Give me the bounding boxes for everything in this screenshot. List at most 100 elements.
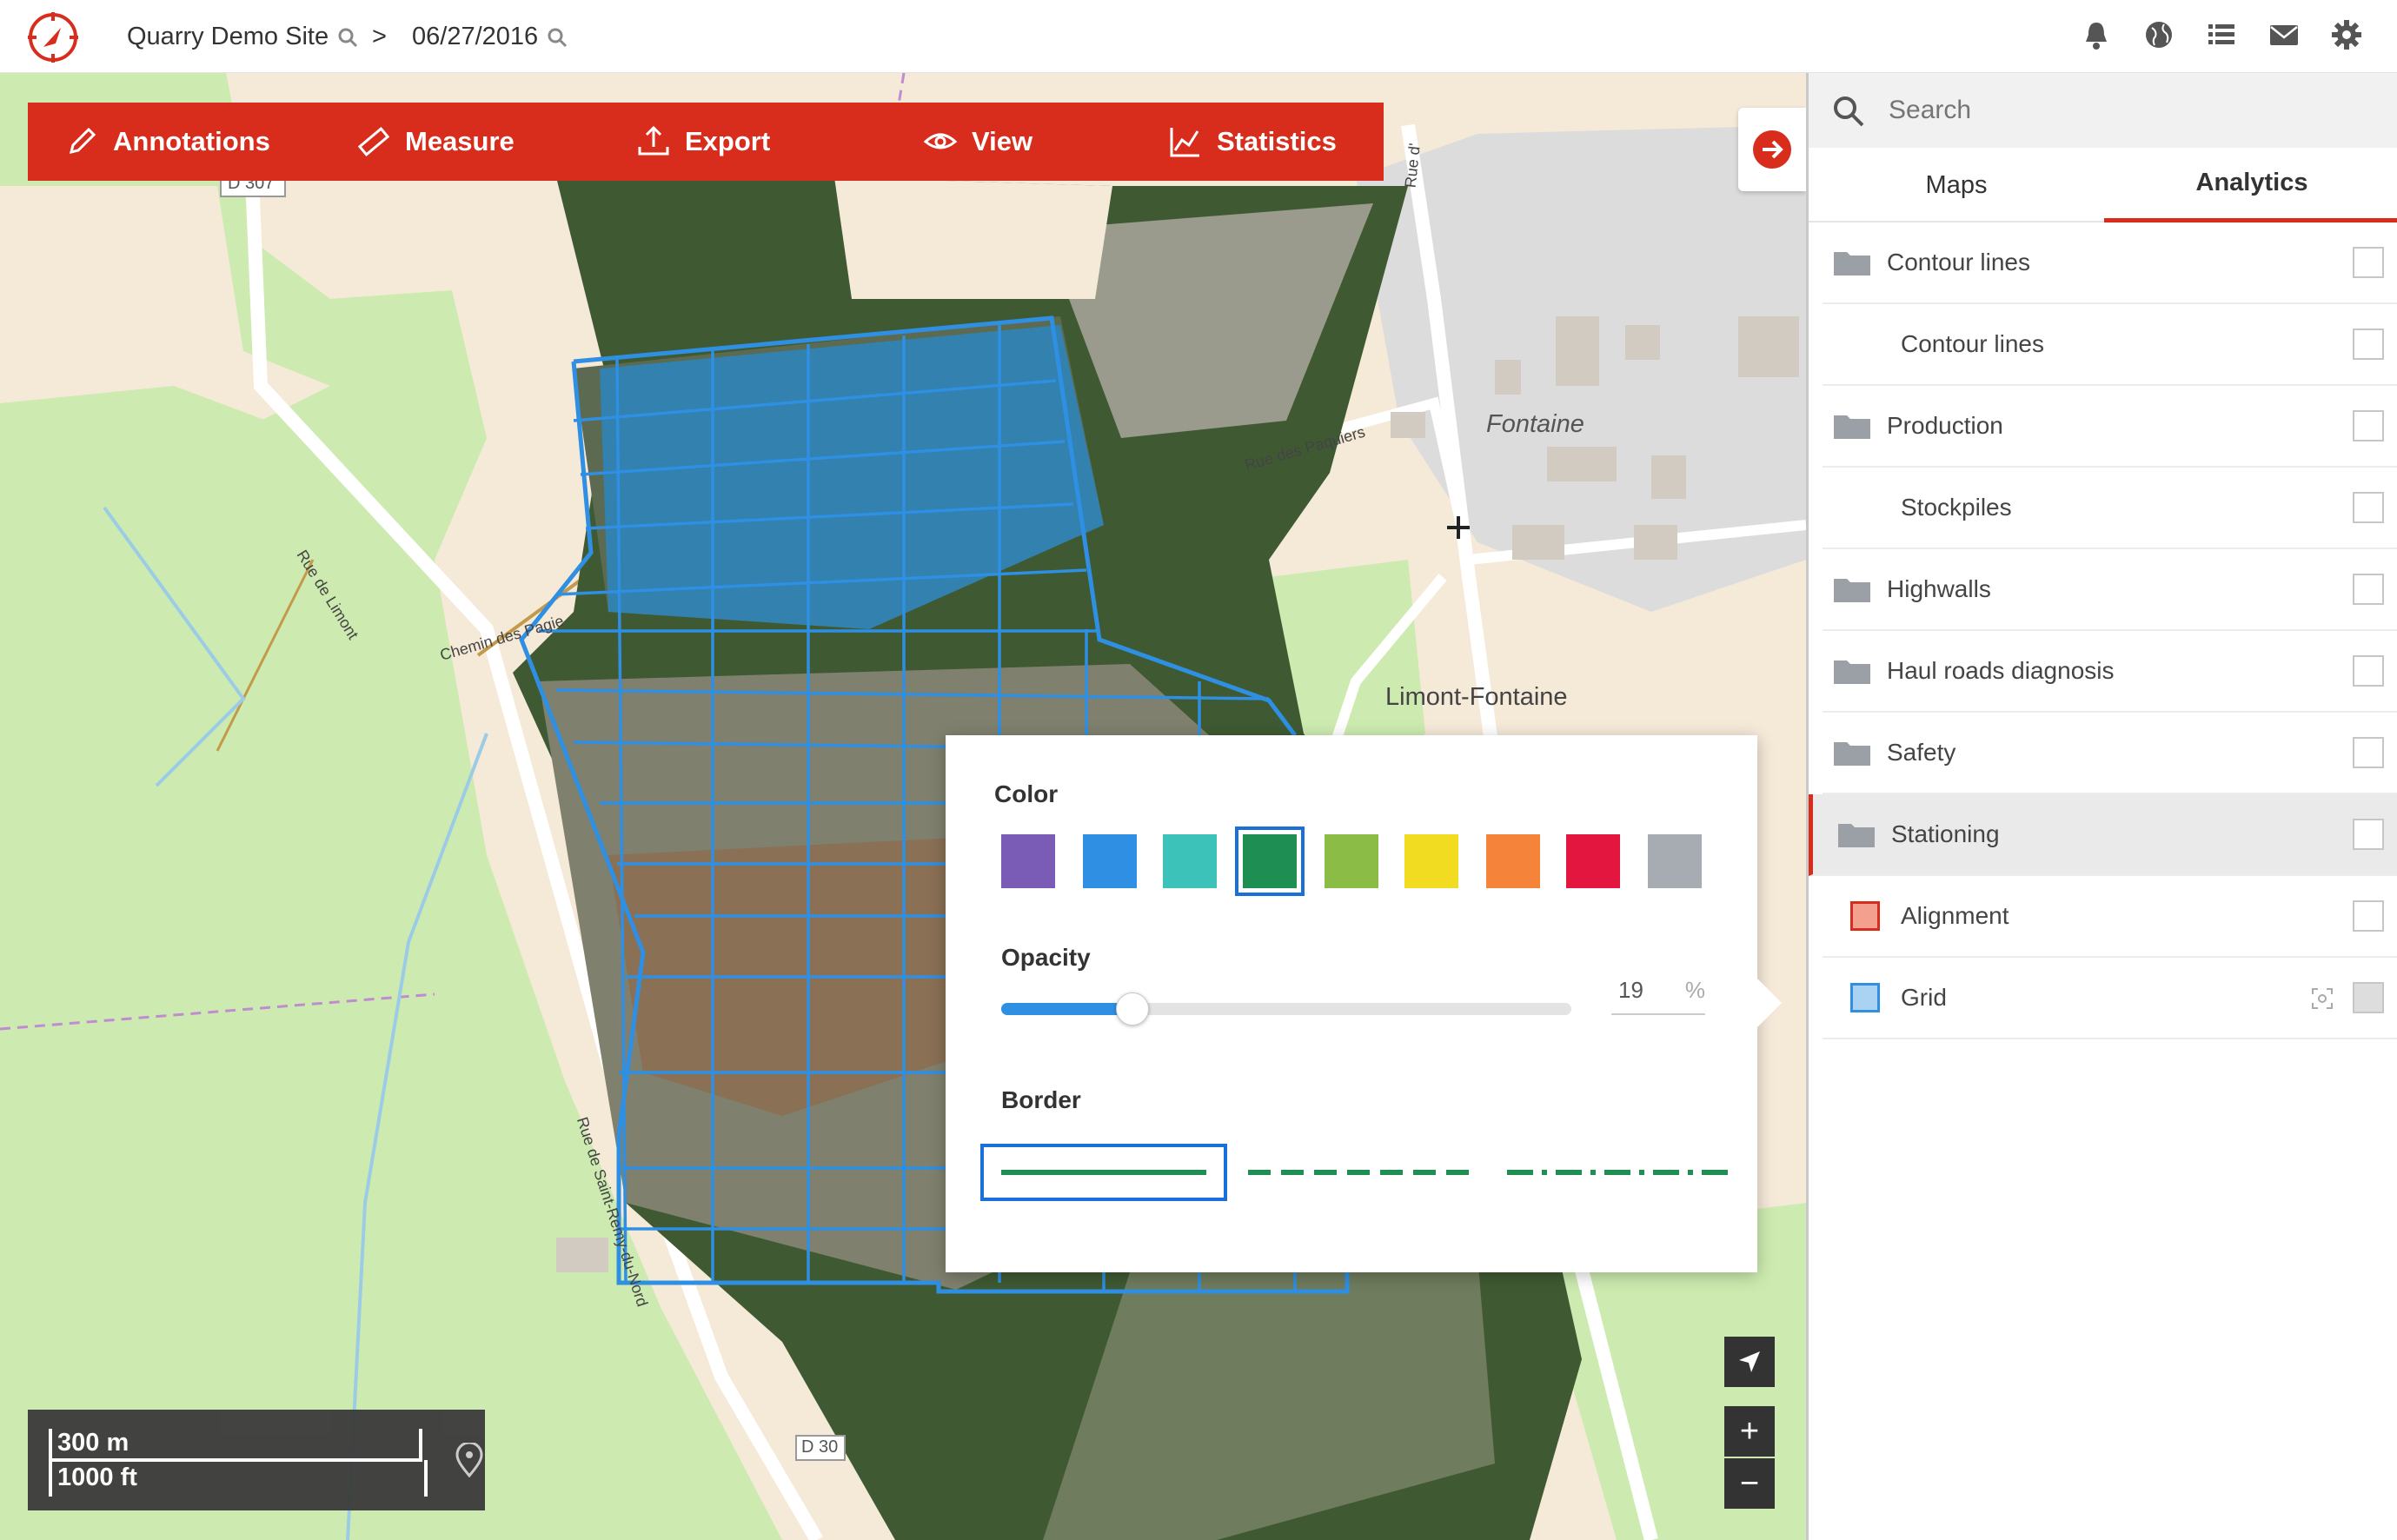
layer-label: Contour lines	[1901, 330, 2044, 357]
dashed-line-icon	[1248, 1170, 1476, 1175]
measure-button[interactable]: Measure	[356, 103, 515, 181]
search-icon	[338, 28, 358, 47]
mail-icon[interactable]	[2268, 19, 2300, 50]
focus-icon[interactable]	[2311, 987, 2334, 1010]
view-button[interactable]: View	[923, 103, 1033, 181]
folder-icon	[1838, 824, 1875, 847]
layer-row[interactable]: Production	[1823, 386, 2397, 468]
opacity-slider-fill	[1001, 1003, 1132, 1015]
opacity-input[interactable]: 19 %	[1611, 977, 1705, 1015]
date-selector[interactable]: 06/27/2016	[412, 23, 568, 51]
color-swatch[interactable]	[1566, 834, 1620, 888]
list-icon[interactable]	[2206, 19, 2237, 50]
layer-row[interactable]: Safety	[1823, 713, 2397, 794]
layer-checkbox[interactable]	[2353, 819, 2384, 850]
arrow-right-icon	[1753, 130, 1791, 169]
site-selector[interactable]: Quarry Demo Site	[127, 23, 358, 51]
opacity-slider-handle[interactable]	[1115, 992, 1149, 1026]
layer-row[interactable]: Highwalls	[1823, 549, 2397, 631]
pencil-icon	[69, 127, 96, 155]
top-icons	[2081, 19, 2362, 50]
opacity-label: Opacity	[1001, 944, 1091, 971]
layer-checkbox[interactable]	[2353, 574, 2384, 605]
map-label-fontaine: Fontaine	[1486, 410, 1584, 438]
search-input[interactable]	[1887, 90, 2374, 130]
search-icon	[1834, 96, 1864, 127]
date-value: 06/27/2016	[412, 23, 539, 50]
site-name: Quarry Demo Site	[127, 23, 329, 50]
alignment-color-icon[interactable]	[1850, 901, 1880, 931]
layer-checkbox[interactable]	[2353, 655, 2384, 687]
annotations-button[interactable]: Annotations	[64, 103, 270, 181]
folder-icon	[1834, 415, 1870, 439]
gear-icon[interactable]	[2331, 19, 2362, 50]
layer-label: Alignment	[1901, 902, 2009, 929]
scale-metric: 300 m	[57, 1429, 129, 1457]
layer-label: Production	[1887, 412, 2003, 439]
layer-row[interactable]: Haul roads diagnosis	[1823, 631, 2397, 713]
bell-icon[interactable]	[2081, 19, 2112, 50]
color-swatch[interactable]	[1163, 834, 1217, 888]
layer-checkbox[interactable]	[2353, 982, 2384, 1013]
eye-icon	[923, 133, 958, 149]
solid-line-icon	[1001, 1170, 1206, 1175]
layer-row[interactable]: Stockpiles	[1823, 468, 2397, 549]
opacity-slider[interactable]	[1001, 992, 1571, 1026]
layer-row[interactable]: Alignment	[1823, 876, 2397, 958]
color-swatch[interactable]	[1235, 826, 1305, 896]
layer-checkbox[interactable]	[2353, 410, 2384, 441]
folder-icon	[1834, 579, 1870, 602]
layer-checkbox[interactable]	[2353, 247, 2384, 278]
collapse-panel-button[interactable]	[1738, 108, 1806, 191]
app-logo-icon[interactable]	[26, 10, 80, 64]
border-solid-option[interactable]	[980, 1144, 1227, 1201]
search-bar	[1809, 73, 2397, 148]
border-dashed-option[interactable]	[1241, 1144, 1488, 1201]
layer-label: Stationing	[1891, 820, 2000, 847]
color-swatch[interactable]	[1486, 834, 1540, 888]
color-swatch[interactable]	[1083, 834, 1137, 888]
zoom-out-button[interactable]: −	[1724, 1458, 1775, 1509]
scale-ruler	[49, 1458, 422, 1462]
locate-button[interactable]	[1724, 1337, 1775, 1387]
layer-checkbox[interactable]	[2353, 900, 2384, 932]
layer-checkbox[interactable]	[2353, 737, 2384, 768]
layer-row[interactable]: Contour lines	[1823, 222, 2397, 304]
scale-imperial: 1000 ft	[57, 1464, 137, 1491]
grid-focus-control[interactable]	[2311, 987, 2334, 1016]
navigation-arrow-icon	[1739, 1351, 1760, 1372]
color-swatch[interactable]	[1404, 834, 1458, 888]
search-icon	[548, 28, 568, 47]
tab-maps[interactable]: Maps	[1809, 148, 2104, 222]
color-swatch[interactable]	[1648, 834, 1702, 888]
map-toolbar: Annotations Measure Export View Statisti…	[28, 103, 1384, 181]
export-button[interactable]: Export	[636, 103, 770, 181]
ruler-icon	[357, 127, 390, 156]
tab-analytics[interactable]: Analytics	[2104, 148, 2397, 222]
statistics-button[interactable]: Statistics	[1168, 103, 1337, 181]
chart-icon	[1170, 128, 1199, 157]
color-swatch[interactable]	[1001, 834, 1055, 888]
breadcrumb-separator: >	[372, 23, 387, 50]
upload-icon	[638, 125, 669, 156]
layer-label: Contour lines	[1887, 249, 2030, 275]
layer-checkbox[interactable]	[2353, 329, 2384, 360]
color-swatch[interactable]	[1325, 834, 1378, 888]
layer-label: Haul roads diagnosis	[1887, 657, 2115, 684]
border-dashdot-option[interactable]	[1493, 1144, 1740, 1201]
layer-row[interactable]: Stationing	[1809, 794, 2397, 876]
folder-icon	[1834, 660, 1870, 684]
map-label-limont-fontaine: Limont-Fontaine	[1385, 683, 1568, 711]
layers-panel: Maps Analytics Contour lines Contour line…	[1806, 73, 2397, 1540]
dashdot-line-icon	[1507, 1170, 1736, 1175]
folder-icon	[1834, 252, 1870, 275]
globe-icon[interactable]	[2143, 19, 2175, 50]
zoom-in-button[interactable]: +	[1724, 1406, 1775, 1457]
location-pin-icon[interactable]	[454, 1443, 485, 1477]
layer-checkbox[interactable]	[2353, 492, 2384, 523]
grid-color-icon[interactable]	[1850, 983, 1880, 1012]
layer-row[interactable]: Grid	[1823, 958, 2397, 1039]
panel-tabs: Maps Analytics	[1809, 148, 2397, 222]
layer-row[interactable]: Contour lines	[1823, 304, 2397, 386]
color-label: Color	[994, 780, 1059, 807]
